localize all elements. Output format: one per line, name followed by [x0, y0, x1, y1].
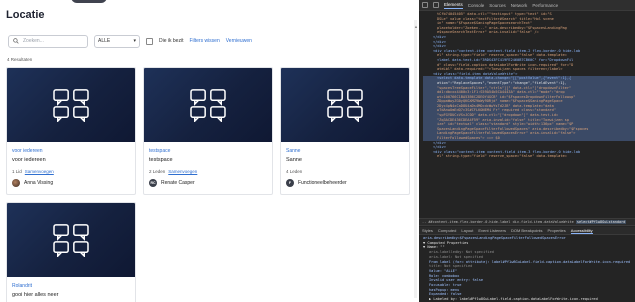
- chat-bubbles-icon: [53, 224, 89, 257]
- results-count: 4 Resultaten: [7, 57, 33, 62]
- avatar: [12, 179, 20, 187]
- card-tag[interactable]: testspace: [149, 148, 170, 154]
- tab-sources[interactable]: Sources: [489, 3, 506, 8]
- dom-breadcrumb: .. ##content-item.flex-border-0.hide-lab…: [419, 218, 635, 226]
- elements-tree[interactable]: tCfb74045405" data-ctl=""textinput" type…: [419, 12, 635, 217]
- title-fragment: [71, 0, 107, 3]
- owned-checkbox-label: Die ik bezit: [159, 38, 184, 44]
- scope-select-value: ALLE: [98, 38, 111, 44]
- chevron-down-icon: ▾: [133, 38, 136, 44]
- search-icon: [13, 38, 19, 44]
- clear-filters-link[interactable]: Filters wissen: [189, 38, 219, 44]
- space-card[interactable]: Rolandrit gooi hier alles neer: [6, 202, 136, 302]
- breadcrumb-item[interactable]: ##content-item.flex-border-0.hide-label: [428, 220, 510, 224]
- members-count: 1 Lid: [12, 169, 22, 174]
- page-title: Locatie: [6, 9, 45, 21]
- card-image: [7, 203, 135, 277]
- card-owner: Anna Vissing: [12, 179, 53, 187]
- card-tag[interactable]: Sanne: [286, 148, 300, 154]
- avatar: F: [286, 179, 294, 187]
- card-name: voor iedereen: [12, 157, 46, 163]
- card-name: testspace: [149, 157, 173, 163]
- card-name: Sanne: [286, 157, 302, 163]
- search-placeholder: Zoeken...: [23, 38, 44, 44]
- owned-checkbox[interactable]: [146, 37, 153, 45]
- device-toolbar-icon[interactable]: [433, 2, 439, 8]
- chat-bubbles-icon: [327, 89, 363, 122]
- subtab-styles[interactable]: Styles: [422, 227, 433, 234]
- owner-name: Renate Casper: [161, 180, 195, 186]
- scope-select[interactable]: ALLE ▾: [94, 34, 140, 48]
- card-tag[interactable]: Rolandrit: [12, 283, 32, 289]
- filter-bar: Zoeken... ALLE ▾ Die ik bezit Filters wi…: [8, 34, 252, 48]
- card-image: [7, 68, 135, 142]
- subtab-dom-breakpoints[interactable]: DOM Breakpoints: [511, 227, 543, 234]
- search-input[interactable]: Zoeken...: [8, 34, 88, 48]
- breadcrumb-item[interactable]: ..: [422, 220, 426, 224]
- card-members: 4 Leden: [286, 169, 302, 174]
- subtab-event-listeners[interactable]: Event Listeners: [478, 227, 506, 234]
- scroll-up-arrow-icon[interactable]: ▲: [414, 24, 418, 29]
- subtab-accessibility[interactable]: Accessibility: [570, 227, 593, 234]
- dom-node-line[interactable]: el" string-type="field" reserve_space="f…: [423, 154, 635, 159]
- accessibility-pane: aria-describedby=$FspacesLandingPageSpac…: [419, 236, 635, 302]
- card-name: gooi hier alles neer: [12, 292, 59, 298]
- avatar: RC: [149, 179, 157, 187]
- devtools-panel: Elements Console Sources Network Perform…: [419, 0, 635, 302]
- space-card[interactable]: voor iedereen voor iedereen 1 Lid Samenv…: [6, 67, 136, 195]
- chat-bubbles-icon: [53, 89, 89, 122]
- members-count: 4 Leden: [286, 169, 303, 174]
- devtools-tabbar: Elements Console Sources Network Perform…: [419, 0, 635, 11]
- card-image: [281, 68, 409, 142]
- inspect-icon[interactable]: [422, 2, 428, 8]
- card-members: 2 Leden Samenvoegen: [149, 169, 197, 174]
- tab-network[interactable]: Network: [511, 3, 528, 8]
- space-card[interactable]: Sanne Sanne 4 Leden F Functioneelbeheerd…: [280, 67, 410, 195]
- subtab-layout[interactable]: Layout: [461, 227, 473, 234]
- merge-link[interactable]: Samenvoegen: [25, 169, 54, 174]
- card-owner: F Functioneelbeheerder: [286, 179, 347, 187]
- tab-performance[interactable]: Performance: [532, 3, 558, 8]
- subtab-properties[interactable]: Properties: [548, 227, 566, 234]
- refresh-link[interactable]: Vernieuwen: [226, 38, 252, 44]
- card-image: [144, 68, 272, 142]
- chat-bubbles-icon: [190, 89, 226, 122]
- merge-link[interactable]: Samenvoegen: [168, 169, 197, 174]
- breadcrumb-item-selected[interactable]: select#Pf1w8GuLstandard: [575, 220, 627, 224]
- app-panel: Locatie Zoeken... ALLE ▾ Die ik bezit Fi…: [0, 0, 412, 302]
- tab-elements[interactable]: Elements: [444, 2, 463, 9]
- space-card[interactable]: testspace testspace 2 Leden Samenvoegen …: [143, 67, 273, 195]
- a11y-property-line: ▶ Labeled by: label#Pf1w8GuLabel.field-c…: [429, 297, 598, 302]
- tab-console[interactable]: Console: [468, 3, 485, 8]
- card-tag[interactable]: voor iedereen: [12, 148, 43, 154]
- card-members: 1 Lid Samenvoegen: [12, 169, 54, 174]
- scrollbar[interactable]: [414, 20, 417, 298]
- owner-name: Anna Vissing: [24, 180, 54, 186]
- subtab-computed[interactable]: Computed: [438, 227, 456, 234]
- devtools-subtabs: Styles Computed Layout Event Listeners D…: [419, 227, 635, 235]
- members-count: 2 Leden: [149, 169, 166, 174]
- breadcrumb-item[interactable]: div.field-item.dataValueWrite: [513, 220, 574, 224]
- card-owner: RC Renate Casper: [149, 179, 195, 187]
- owner-name: Functioneelbeheerder: [298, 180, 347, 186]
